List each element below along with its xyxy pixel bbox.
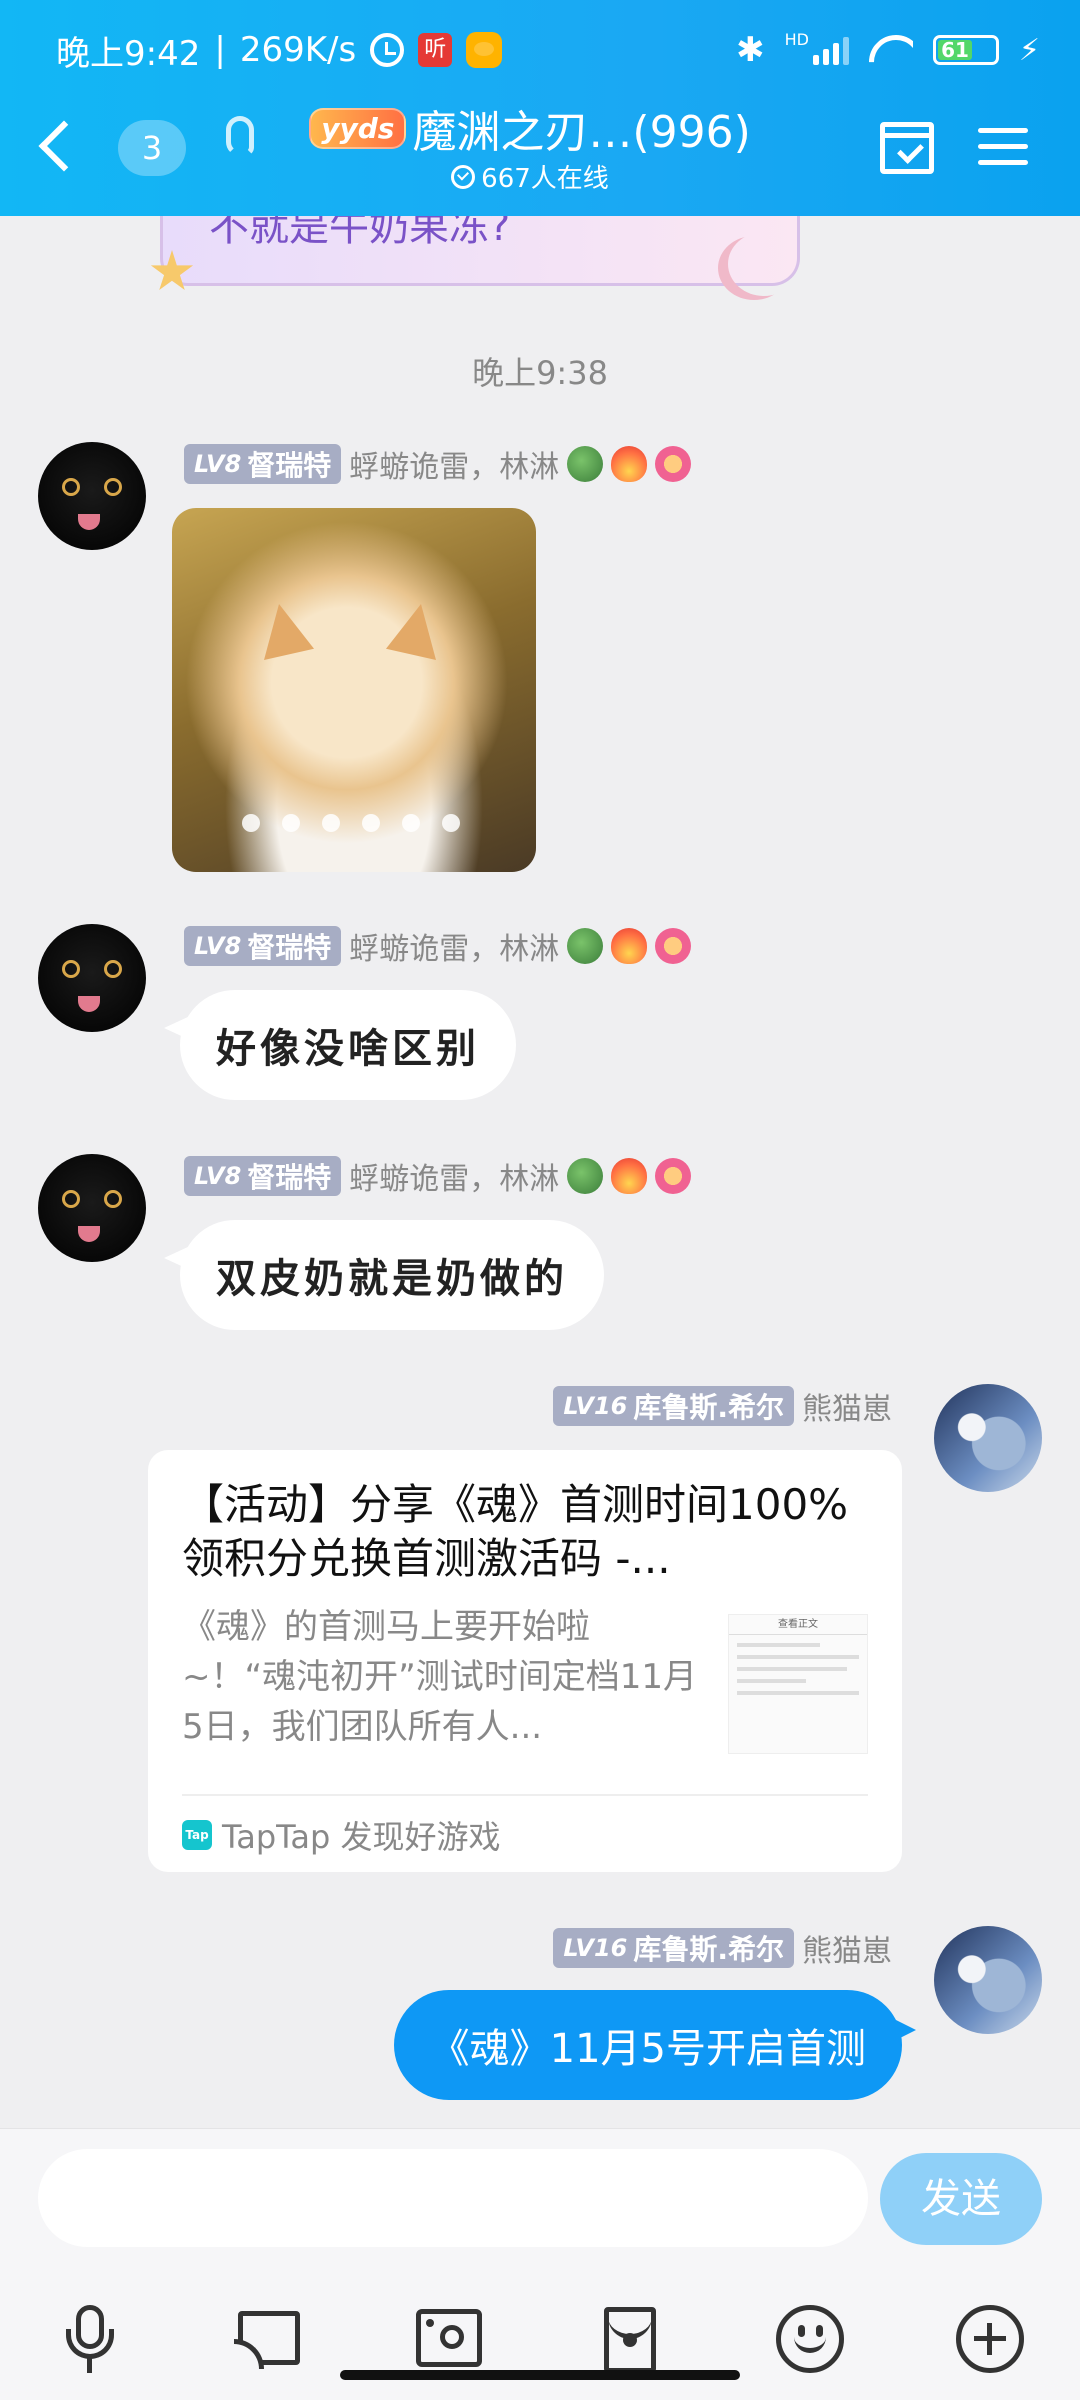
back-icon[interactable] [38, 120, 90, 172]
message-timestamp: 晚上9:38 [472, 354, 608, 392]
message-text: 好像没啥区别 [216, 1025, 480, 1072]
avatar[interactable] [934, 1384, 1042, 1492]
signal-icon [812, 35, 849, 65]
member-title-tag: LV16 库鲁斯.希尔 [553, 1386, 794, 1426]
emoji-icon[interactable] [770, 2299, 850, 2379]
alarm-icon [370, 33, 405, 67]
plus-icon[interactable] [950, 2299, 1030, 2379]
fire-badge-icon [611, 446, 648, 482]
sender-info: LV16 库鲁斯.希尔 熊猫崽 [553, 1928, 892, 1969]
card-thumbnail: 查看正文 [728, 1614, 868, 1754]
dragon-badge-icon [567, 1158, 604, 1194]
input-bar: 发送 [0, 2128, 1080, 2400]
sender-info: LV8 督瑞特 蜉蝣诡雷，林淋 [184, 1156, 692, 1197]
link-share-card[interactable]: 【活动】分享《魂》首测时间100%领积分兑换首测激活码 -... 《魂》的首测马… [148, 1450, 902, 1872]
member-title-tag: LV8 督瑞特 [184, 926, 342, 966]
message-text: 《魂》11月5号开启首测 [429, 2026, 866, 2072]
unread-count-badge[interactable]: 3 [118, 120, 186, 176]
earpiece-mode-icon[interactable] [226, 116, 254, 156]
title-bar: 3 yyds 魔渊之刃…(996) 667人在线 [0, 100, 1080, 200]
online-check-icon [451, 164, 476, 189]
card-divider [182, 1794, 868, 1796]
red-packet-icon[interactable] [590, 2299, 670, 2379]
send-button[interactable]: 发送 [880, 2153, 1042, 2245]
card-description: 《魂》的首测马上要开始啦~！“魂沌初开”测试时间定档11月5日，我们团队所有人.… [182, 1607, 697, 1747]
duck-app-icon [466, 32, 503, 68]
network-type-label: HD [784, 30, 809, 49]
battery-icon: 61 [932, 35, 999, 65]
dragon-badge-icon [567, 446, 604, 482]
card-source-label: TapTap 发现好游戏 [222, 1818, 501, 1856]
calendar-check-icon[interactable] [880, 122, 934, 174]
avatar[interactable] [38, 924, 146, 1032]
flower-badge-icon [655, 446, 692, 482]
fire-badge-icon [611, 1158, 648, 1194]
taptap-icon: Tap [182, 1820, 212, 1850]
mic-icon[interactable] [50, 2299, 130, 2379]
sender-info: LV16 库鲁斯.希尔 熊猫崽 [553, 1386, 892, 1427]
charging-icon: ⚡ [1018, 32, 1040, 68]
chat-header: 晚上9:42 | 269K/s 听 ✱ HD 61 ⚡ 3 yyds 魔渊之刃…… [0, 0, 1080, 216]
status-bar: 晚上9:42 | 269K/s 听 ✱ HD 61 ⚡ [56, 20, 1040, 80]
sender-info: LV8 督瑞特 蜉蝣诡雷，林淋 [184, 926, 692, 967]
member-title-tag: LV8 督瑞特 [184, 1156, 342, 1196]
flower-badge-icon [655, 928, 692, 964]
text-message-bubble[interactable]: 双皮奶就是奶做的 [164, 1220, 604, 1330]
own-text-message-bubble[interactable]: 《魂》11月5号开启首测 [393, 1990, 917, 2100]
sender-info: LV8 督瑞特 蜉蝣诡雷，林淋 [184, 444, 692, 485]
home-indicator[interactable] [340, 2370, 740, 2380]
status-time: 晚上9:42 [56, 33, 201, 74]
member-title-tag: LV16 库鲁斯.希尔 [553, 1928, 794, 1968]
text-message-bubble[interactable]: 好像没啥区别 [164, 990, 516, 1100]
menu-icon[interactable] [978, 124, 1028, 168]
group-name: 魔渊之刃…(996) [412, 107, 751, 158]
wifi-icon [869, 35, 913, 65]
sender-nickname: 蜉蝣诡雷，林淋 [349, 932, 560, 967]
card-title: 【活动】分享《魂》首测时间100%领积分兑换首测激活码 -... [182, 1480, 849, 1583]
card-source: Tap TapTap 发现好游戏 [182, 1812, 501, 1858]
group-title-area[interactable]: yyds 魔渊之刃…(996) 667人在线 [280, 100, 780, 195]
yyds-badge: yyds [309, 107, 407, 149]
message-input[interactable] [38, 2149, 868, 2247]
network-speed: 269K/s [239, 30, 357, 70]
battery-level: 61 [937, 40, 973, 60]
online-count: 667人在线 [481, 164, 609, 194]
avatar[interactable] [934, 1926, 1042, 2034]
sender-nickname: 蜉蝣诡雷，林淋 [349, 450, 560, 485]
sender-nickname: 熊猫崽 [802, 1934, 892, 1969]
image-pager-dots [242, 814, 460, 832]
sender-nickname: 熊猫崽 [802, 1392, 892, 1427]
bubble-decoration-moon-icon [728, 232, 800, 296]
photo-icon[interactable] [410, 2299, 490, 2379]
input-toolbar [0, 2299, 1080, 2379]
member-title-tag: LV8 督瑞特 [184, 444, 342, 484]
listen-app-icon: 听 [418, 33, 453, 67]
avatar[interactable] [38, 442, 146, 550]
dragon-badge-icon [567, 928, 604, 964]
image-message-cat[interactable] [172, 508, 536, 872]
bluetooth-icon: ✱ [736, 30, 765, 70]
screen-cast-icon[interactable] [230, 2299, 310, 2379]
message-text: 双皮奶就是奶做的 [216, 1255, 568, 1302]
fire-badge-icon [611, 928, 648, 964]
sender-nickname: 蜉蝣诡雷，林淋 [349, 1162, 560, 1197]
avatar[interactable] [38, 1154, 146, 1262]
flower-badge-icon [655, 1158, 692, 1194]
